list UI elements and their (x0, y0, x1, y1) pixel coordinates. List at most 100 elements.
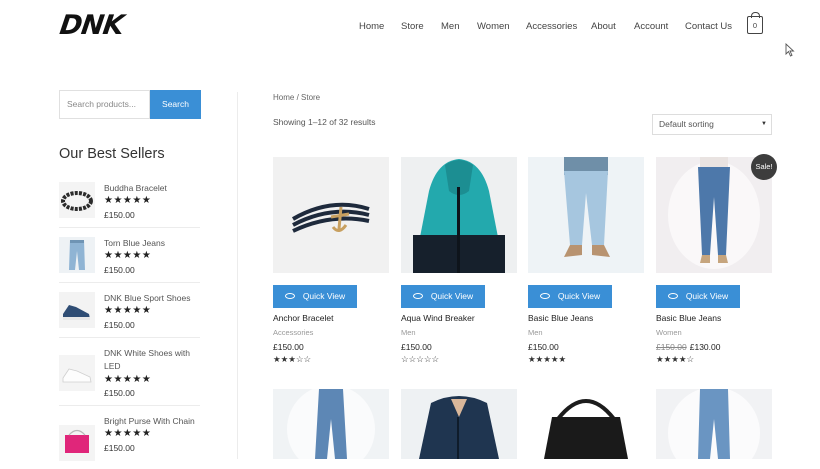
divider (59, 282, 200, 283)
product-category[interactable]: Men (401, 328, 416, 337)
product-category[interactable]: Accessories (273, 328, 313, 337)
best-seller-price: £150.00 (104, 265, 135, 275)
result-count: Showing 1–12 of 32 results (273, 117, 376, 127)
product-thumbnail[interactable] (59, 237, 95, 273)
product-thumbnail[interactable] (59, 355, 95, 391)
best-seller-name[interactable]: DNK Blue Sport Shoes (104, 292, 204, 305)
price-original: £150.00 (656, 342, 687, 352)
sorting-select[interactable]: Default sorting ▼ (652, 114, 772, 135)
best-seller-item[interactable]: DNK White Shoes with LED ★★★★★ £150.00 (59, 347, 200, 401)
nav-men[interactable]: Men (441, 21, 459, 32)
search-input[interactable]: Search products... (59, 90, 150, 119)
cart-count: 0 (752, 21, 758, 30)
sale-badge: Sale! (751, 154, 777, 180)
white-shoes-image (59, 355, 95, 391)
product-image[interactable] (273, 157, 389, 273)
breadcrumb[interactable]: Home / Store (273, 93, 320, 102)
product-name[interactable]: Basic Blue Jeans (656, 313, 721, 323)
divider (59, 405, 200, 406)
women-jeans-image (656, 389, 772, 459)
product-name[interactable]: Anchor Bracelet (273, 313, 333, 323)
sidebar-divider (237, 92, 238, 459)
product-category[interactable]: Men (528, 328, 543, 337)
windbreaker-image (401, 157, 517, 273)
rating-stars: ★★★★★ (104, 195, 152, 206)
nav-contact-us[interactable]: Contact Us (685, 21, 732, 32)
rating-stars: ☆☆☆☆☆ (401, 354, 440, 364)
product-image[interactable] (528, 157, 644, 273)
best-seller-item[interactable]: Bright Purse With Chain ★★★★★ £150.00 (59, 415, 200, 469)
product-image[interactable] (273, 389, 389, 459)
sorting-value: Default sorting (659, 119, 714, 129)
bracelet-image (59, 182, 95, 218)
site-logo[interactable]: DNK (58, 10, 125, 41)
best-sellers-title: Our Best Sellers (59, 146, 165, 162)
product-image[interactable] (528, 389, 644, 459)
quick-view-label: Quick View (685, 291, 729, 301)
product-thumbnail[interactable] (59, 425, 95, 461)
quick-view-button[interactable]: Quick View (273, 285, 357, 308)
mouse-cursor-icon (785, 43, 795, 57)
eye-icon (667, 292, 678, 299)
product-category[interactable]: Women (656, 328, 682, 337)
quick-view-button[interactable]: Quick View (401, 285, 485, 308)
cart-icon[interactable]: 0 (747, 12, 763, 34)
best-seller-price: £150.00 (104, 320, 135, 330)
jacket-image (401, 389, 517, 459)
handbag-image (528, 389, 644, 459)
dropdown-arrow-icon: ▼ (761, 121, 767, 127)
jeans-image (59, 237, 95, 273)
jeans-image (528, 157, 644, 273)
rating-stars: ★★★★★ (104, 428, 152, 439)
nav-store[interactable]: Store (401, 21, 424, 32)
rating-stars: ★★★★★ (104, 305, 152, 316)
best-seller-price: £150.00 (104, 388, 135, 398)
nav-home[interactable]: Home (359, 21, 384, 32)
eye-icon (539, 292, 550, 299)
shoes-image (59, 292, 95, 328)
best-seller-price: £150.00 (104, 443, 135, 453)
eye-icon (284, 292, 295, 299)
quick-view-label: Quick View (430, 291, 474, 301)
quick-view-button[interactable]: Quick View (528, 285, 612, 308)
bracelet-image (273, 157, 389, 273)
best-seller-price: £150.00 (104, 210, 135, 220)
product-price: £150.00 (528, 342, 559, 352)
price-current: £150.00 (401, 342, 432, 352)
site-header: DNK Home Store Men Women Accessories Abo… (0, 0, 820, 60)
quick-view-button[interactable]: Quick View (656, 285, 740, 308)
best-seller-name[interactable]: DNK White Shoes with LED (104, 347, 204, 373)
rating-stars: ★★★★★ (104, 250, 152, 261)
nav-women[interactable]: Women (477, 21, 510, 32)
product-price: £150.00 (273, 342, 304, 352)
nav-about[interactable]: About (591, 21, 616, 32)
product-image[interactable] (656, 389, 772, 459)
rating-stars: ★★★★★ (104, 374, 152, 385)
nav-accessories[interactable]: Accessories (526, 21, 577, 32)
divider (59, 337, 200, 338)
price-current: £150.00 (273, 342, 304, 352)
price-current: £130.00 (689, 342, 721, 352)
divider (59, 227, 200, 228)
best-seller-name[interactable]: Bright Purse With Chain (104, 415, 204, 428)
rating-stars: ★★★☆☆ (273, 354, 312, 364)
product-thumbnail[interactable] (59, 182, 95, 218)
product-name[interactable]: Aqua Wind Breaker (401, 313, 475, 323)
nav-account[interactable]: Account (634, 21, 668, 32)
quick-view-label: Quick View (557, 291, 601, 301)
best-seller-name[interactable]: Torn Blue Jeans (104, 237, 204, 250)
jeans-image (273, 389, 389, 459)
product-thumbnail[interactable] (59, 292, 95, 328)
product-image[interactable] (401, 389, 517, 459)
price-current: £150.00 (528, 342, 559, 352)
rating-stars: ★★★★☆ (656, 354, 695, 364)
search-button[interactable]: Search (150, 90, 201, 119)
rating-stars: ★★★★★ (528, 354, 567, 364)
quick-view-label: Quick View (302, 291, 346, 301)
product-price: £150.00 £130.00 (656, 342, 720, 352)
purse-image (59, 425, 95, 461)
best-seller-name[interactable]: Buddha Bracelet (104, 182, 204, 195)
eye-icon (412, 292, 423, 299)
product-name[interactable]: Basic Blue Jeans (528, 313, 593, 323)
product-image[interactable] (401, 157, 517, 273)
